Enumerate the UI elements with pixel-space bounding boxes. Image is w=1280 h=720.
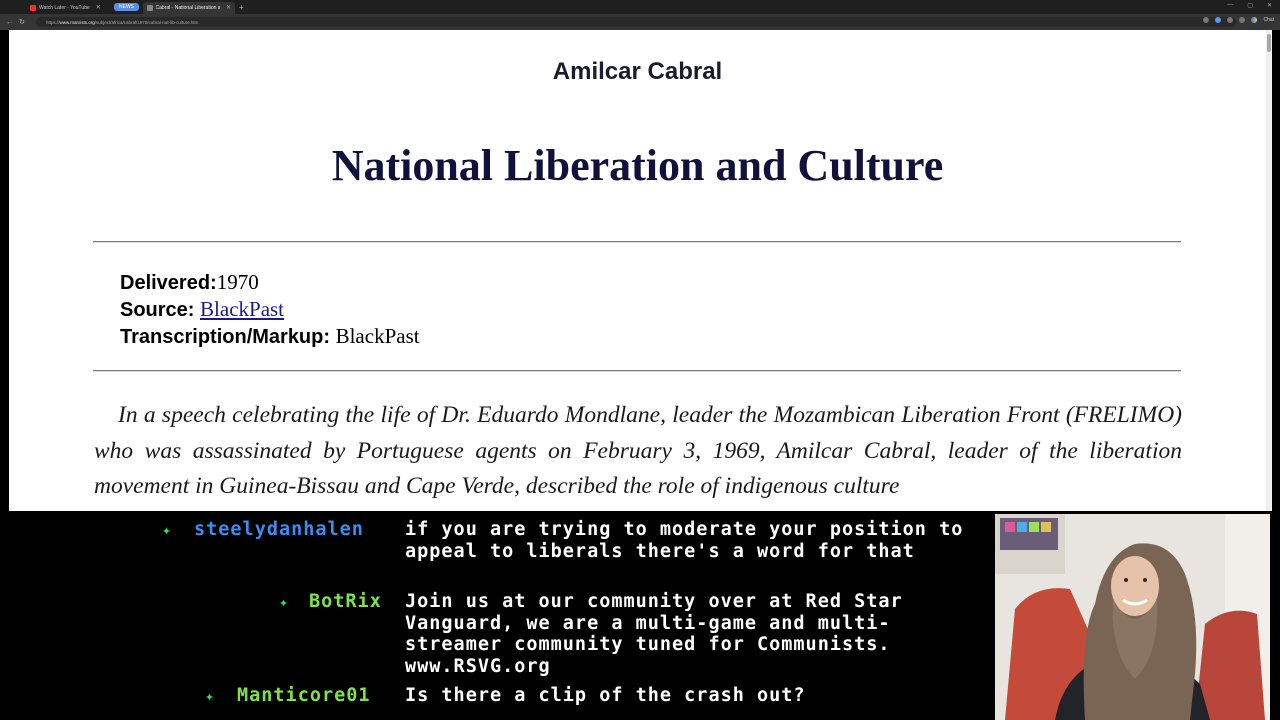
chat-message: if you are trying to moderate your posit… bbox=[405, 519, 964, 562]
chat-badge-icon: ✦ bbox=[205, 687, 215, 705]
profile-icon[interactable] bbox=[1227, 17, 1234, 23]
page-title: National Liberation and Culture bbox=[331, 141, 944, 190]
reload-icon[interactable]: ↻ bbox=[19, 18, 25, 26]
back-icon[interactable]: ← bbox=[6, 19, 13, 26]
web-page: Amilcar Cabral National Liberation and C… bbox=[9, 30, 1266, 511]
tab-label: Watch Later - YouTube bbox=[39, 4, 90, 11]
minimize-icon[interactable]: — bbox=[1227, 2, 1233, 9]
maximize-icon[interactable]: ▢ bbox=[1247, 2, 1253, 9]
webcam-feed bbox=[995, 514, 1270, 720]
bookmark-star-icon[interactable] bbox=[1215, 17, 1222, 23]
close-tab-icon[interactable]: ✕ bbox=[226, 4, 231, 11]
chat-message: Join us at our community over at Red Sta… bbox=[405, 591, 903, 678]
url-host: www.marxists.org bbox=[59, 19, 95, 25]
info-delivered: Delivered:1970 bbox=[120, 270, 259, 295]
delivered-label: Delivered: bbox=[120, 272, 217, 294]
new-tab-button[interactable]: + bbox=[239, 3, 244, 12]
divider bbox=[93, 241, 1181, 243]
stream-chat: ✦ steelydanhalen if you are trying to mo… bbox=[0, 511, 995, 720]
page-scrollbar[interactable] bbox=[1266, 30, 1272, 511]
scrollbar-thumb[interactable] bbox=[1267, 34, 1271, 52]
close-window-icon[interactable]: ✕ bbox=[1267, 2, 1272, 9]
page-icon bbox=[147, 4, 153, 11]
chat-message: Is there a clip of the crash out? bbox=[405, 685, 806, 706]
author-heading: Amilcar Cabral bbox=[552, 58, 723, 85]
chat-username: Manticore01 bbox=[237, 685, 371, 706]
chat-badge-icon: ✦ bbox=[279, 593, 289, 611]
chat-icon[interactable] bbox=[1251, 17, 1258, 23]
close-tab-icon[interactable]: ✕ bbox=[96, 4, 101, 11]
chat-username: BotRix bbox=[309, 591, 382, 612]
chat-badge-icon: ✦ bbox=[162, 521, 172, 539]
chat-label[interactable]: Chat bbox=[1263, 17, 1274, 23]
youtube-icon bbox=[30, 4, 36, 11]
url-field[interactable]: https://www.marxists.org/subject/africa/… bbox=[36, 17, 1236, 27]
tab-cabral[interactable]: Cabral - National Liberation and Culture… bbox=[143, 1, 235, 14]
source-link[interactable]: BlackPast bbox=[200, 297, 284, 321]
chat-username: steelydanhalen bbox=[194, 519, 364, 540]
delivered-value: 1970 bbox=[216, 270, 259, 294]
webcam-image bbox=[995, 514, 1270, 720]
address-bar: ← ↻ https://www.marxists.org/subject/afr… bbox=[0, 14, 1280, 30]
transcription-label: Transcription/Markup: bbox=[120, 326, 336, 348]
window-controls: — ▢ ✕ bbox=[1227, 2, 1272, 9]
intro-paragraph: In a speech celebrating the life of Dr. … bbox=[94, 402, 1182, 499]
tab-label: Cabral - National Liberation and Culture bbox=[155, 4, 220, 11]
divider bbox=[93, 370, 1181, 372]
url-path: /subject/africa/cabral/1970/cabral-nat-l… bbox=[94, 19, 199, 25]
url-prefix: https:// bbox=[46, 19, 60, 25]
transcription-value: BlackPast bbox=[335, 324, 420, 348]
tab-group-news[interactable]: NEWS bbox=[114, 3, 139, 11]
tab-youtube[interactable]: Watch Later - YouTube ✕ bbox=[26, 2, 110, 14]
toolbar-icons: Chat bbox=[1203, 17, 1274, 23]
extension-icon[interactable] bbox=[1203, 17, 1210, 23]
info-source: Source: BlackPast bbox=[120, 297, 284, 322]
info-transcription: Transcription/Markup: BlackPast bbox=[120, 324, 420, 349]
source-label: Source: bbox=[120, 299, 201, 321]
tab-strip: Watch Later - YouTube ✕ NEWS Cabral - Na… bbox=[0, 0, 1280, 14]
menu-icon[interactable] bbox=[1239, 17, 1246, 23]
